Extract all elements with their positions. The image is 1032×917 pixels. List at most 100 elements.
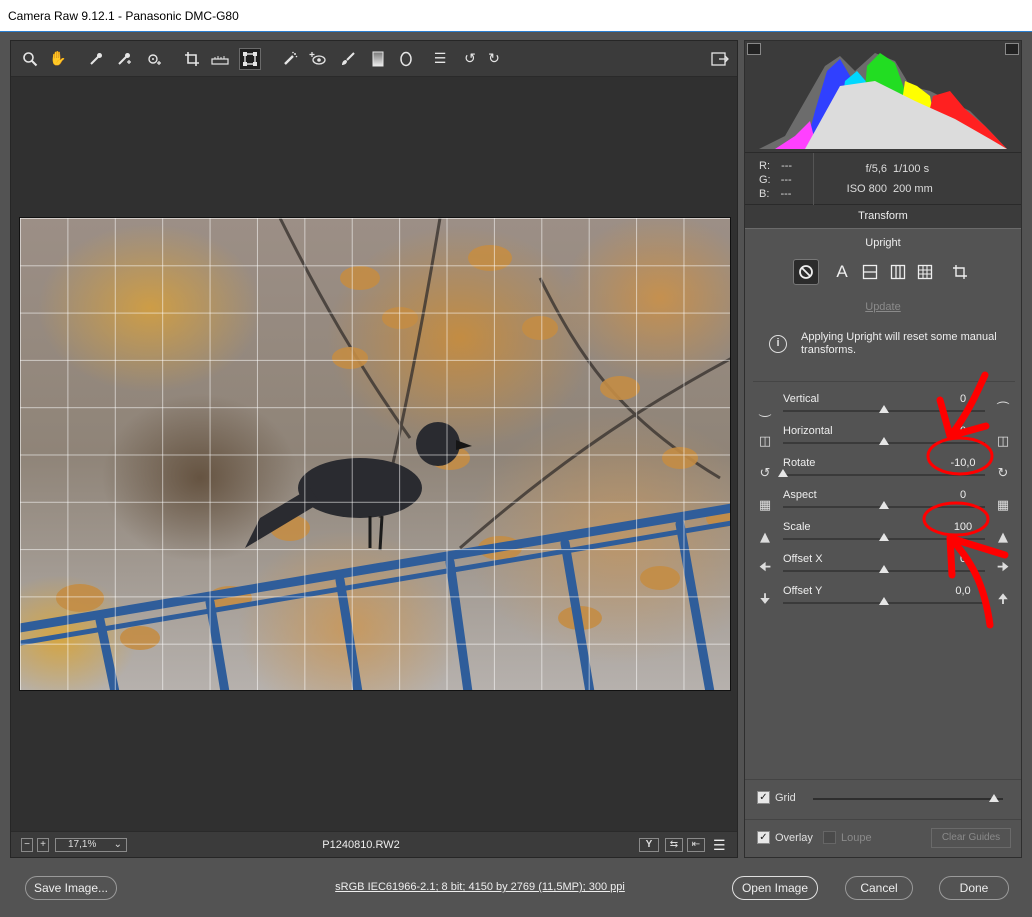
offset-x-right-icon: 🠊 bbox=[996, 560, 1010, 575]
horizontal-right-icon: ◫ bbox=[996, 433, 1010, 449]
graduated-filter-icon[interactable] bbox=[367, 48, 389, 70]
slider-thumb[interactable] bbox=[879, 501, 889, 509]
window-title-bar: Camera Raw 9.12.1 - Panasonic DMC-G80 bbox=[0, 0, 1032, 32]
slider-label: Horizontal bbox=[783, 425, 833, 437]
settings-sliders-icon[interactable]: ☰ bbox=[713, 837, 726, 854]
slider-value-input[interactable]: 0,0 bbox=[941, 585, 985, 597]
upright-off-button[interactable] bbox=[793, 259, 819, 285]
r-label: R: bbox=[759, 160, 770, 172]
rotate-ccw-icon[interactable]: ↺ bbox=[459, 48, 481, 70]
overlay-checkbox[interactable]: ✓ bbox=[757, 831, 770, 844]
upright-vertical-button[interactable] bbox=[885, 259, 911, 285]
scale-up-icon: ▲ bbox=[998, 529, 1008, 545]
scale-down-icon: ▲ bbox=[760, 529, 770, 545]
info-readout: R: --- G: --- B: --- f/5,6 1/100 s ISO 8… bbox=[745, 153, 1021, 205]
crop-tool-icon[interactable] bbox=[181, 48, 203, 70]
slider-thumb[interactable] bbox=[879, 405, 889, 413]
hand-tool-icon[interactable]: ✋ bbox=[47, 48, 69, 70]
straighten-tool-icon[interactable] bbox=[209, 48, 231, 70]
slider-thumb[interactable] bbox=[879, 597, 889, 605]
g-value: --- bbox=[780, 174, 792, 186]
chevron-down-icon: ⌄ bbox=[113, 839, 122, 850]
info-icon: i bbox=[769, 335, 787, 353]
swap-before-after-icon[interactable]: ⇆ bbox=[665, 838, 683, 852]
slider-thumb[interactable] bbox=[879, 437, 889, 445]
copy-settings-icon[interactable]: ⇤ bbox=[687, 838, 705, 852]
slider-thumb[interactable] bbox=[778, 469, 788, 477]
vertical-left-icon: ⏝ bbox=[758, 401, 772, 417]
tool-bar: ✋ ☰ ↺ ↻ bbox=[11, 41, 737, 77]
b-value: --- bbox=[780, 188, 792, 200]
slider-thumb[interactable] bbox=[879, 565, 889, 573]
offset-y-up-icon: 🠉 bbox=[997, 592, 1009, 607]
loupe-checkbox[interactable] bbox=[823, 831, 836, 844]
upright-guided-button[interactable] bbox=[947, 259, 973, 285]
grid-checkbox[interactable]: ✓ bbox=[757, 791, 770, 804]
color-sampler-tool-icon[interactable] bbox=[113, 48, 135, 70]
before-after-toggle[interactable]: Y bbox=[639, 838, 659, 852]
upright-level-button[interactable] bbox=[857, 259, 883, 285]
slider-row-offset-x: 🠈 Offset X 0 🠊 bbox=[745, 553, 1021, 585]
rotate-right-icon: ↻ bbox=[997, 465, 1009, 481]
image-preview[interactable] bbox=[19, 217, 731, 691]
focal-length: 200 mm bbox=[893, 183, 933, 195]
vertical-right-icon: ⏜ bbox=[996, 401, 1010, 417]
transform-tool-icon[interactable] bbox=[239, 48, 261, 70]
offset-x-left-icon: 🠈 bbox=[758, 560, 772, 575]
preferences-icon[interactable]: ☰ bbox=[429, 48, 451, 70]
radial-filter-icon[interactable] bbox=[395, 48, 417, 70]
cancel-button[interactable]: Cancel bbox=[845, 876, 913, 900]
offset-y-down-icon: 🠋 bbox=[759, 592, 771, 607]
slider-value-input[interactable]: 0 bbox=[941, 553, 985, 565]
update-link[interactable]: Update bbox=[745, 301, 1021, 313]
rotate-left-icon: ↺ bbox=[759, 465, 771, 481]
slider-value-input[interactable]: 100 bbox=[941, 521, 985, 533]
slider-row-offset-y: 🠋 Offset Y 0,0 🠉 bbox=[745, 585, 1021, 617]
upright-auto-button[interactable]: A bbox=[829, 259, 855, 285]
zoom-in-button[interactable]: + bbox=[37, 838, 49, 852]
slider-value-input[interactable]: 0 bbox=[941, 425, 985, 437]
grid-size-slider[interactable] bbox=[813, 798, 1003, 800]
overlay-option: ✓ Overlay Loupe Clear Guides bbox=[745, 819, 1021, 855]
upright-full-button[interactable] bbox=[912, 259, 938, 285]
panel-tab-title: Transform bbox=[745, 205, 1021, 229]
aspect-horizontal-icon: ▦ bbox=[758, 497, 772, 513]
workflow-options-link[interactable]: sRGB IEC61966-2.1; 8 bit; 4150 by 2769 (… bbox=[300, 881, 660, 893]
rotate-cw-icon[interactable]: ↻ bbox=[483, 48, 505, 70]
done-button[interactable]: Done bbox=[939, 876, 1009, 900]
slider-row-vertical: ⏝ Vertical 0 ⏜ bbox=[745, 393, 1021, 425]
zoom-out-button[interactable]: − bbox=[21, 838, 33, 852]
zoom-tool-icon[interactable] bbox=[19, 48, 41, 70]
red-eye-tool-icon[interactable] bbox=[307, 48, 329, 70]
save-image-button[interactable]: Save Image... bbox=[25, 876, 117, 900]
histogram bbox=[745, 41, 1021, 153]
slider-label: Aspect bbox=[783, 489, 817, 501]
targeted-adjustment-tool-icon[interactable] bbox=[143, 48, 165, 70]
transform-panel: Upright A Update i Applying Upright will… bbox=[745, 229, 1021, 777]
overlay-label: Overlay bbox=[775, 832, 813, 844]
toggle-fullscreen-icon[interactable] bbox=[709, 48, 731, 70]
slider-track[interactable] bbox=[783, 474, 985, 476]
slider-value-input[interactable]: -10,0 bbox=[941, 457, 985, 469]
window-title: Camera Raw 9.12.1 - Panasonic DMC-G80 bbox=[8, 9, 239, 23]
zoom-level-value: 17,1% bbox=[68, 839, 97, 850]
grid-size-thumb[interactable] bbox=[988, 794, 999, 802]
white-balance-tool-icon[interactable] bbox=[85, 48, 107, 70]
zoom-level-select[interactable]: 17,1% ⌄ bbox=[55, 838, 127, 852]
upright-notice: Applying Upright will reset some manual … bbox=[801, 331, 997, 356]
open-image-button[interactable]: Open Image bbox=[732, 876, 818, 900]
slider-label: Scale bbox=[783, 521, 811, 533]
histogram-graph bbox=[759, 53, 1007, 149]
spot-removal-tool-icon[interactable] bbox=[279, 48, 301, 70]
slider-row-scale: ▲ Scale 100 ▲ bbox=[745, 521, 1021, 553]
slider-value-input[interactable]: 0 bbox=[941, 393, 985, 405]
g-label: G: bbox=[759, 174, 771, 186]
adjustment-brush-icon[interactable] bbox=[337, 48, 359, 70]
slider-row-aspect: ▦ Aspect 0 ▦ bbox=[745, 489, 1021, 521]
file-name: P1240810.RW2 bbox=[322, 839, 400, 851]
grid-label: Grid bbox=[775, 792, 796, 804]
slider-thumb[interactable] bbox=[879, 533, 889, 541]
aspect-vertical-icon: ▦ bbox=[996, 497, 1010, 513]
clear-guides-button[interactable]: Clear Guides bbox=[931, 828, 1011, 848]
slider-value-input[interactable]: 0 bbox=[941, 489, 985, 501]
